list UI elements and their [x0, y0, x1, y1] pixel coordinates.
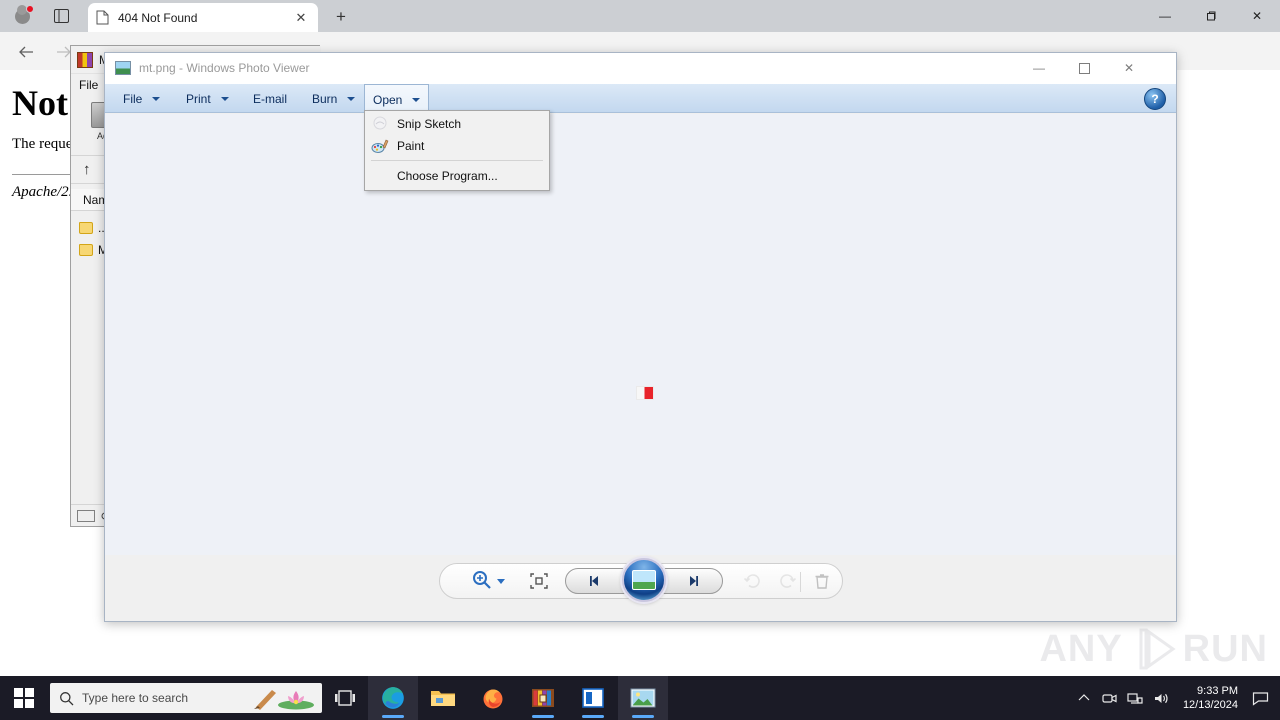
task-view-icon[interactable]: [322, 676, 368, 720]
rotate-counterclockwise-button[interactable]: [740, 570, 766, 592]
menu-email-label: E-mail: [253, 92, 288, 106]
play-slideshow-icon: [631, 570, 656, 590]
zoom-control[interactable]: [466, 569, 510, 593]
clock-date: 12/13/2024: [1182, 699, 1238, 711]
menu-burn[interactable]: Burn: [304, 84, 363, 114]
winrar-books-icon: [77, 51, 93, 68]
browser-maximize-button[interactable]: [1188, 0, 1234, 32]
chevron-down-icon: [220, 97, 229, 101]
menu-file-label: File: [123, 92, 143, 106]
profile-notification-dot: [26, 5, 34, 13]
open-with-dropdown-menu[interactable]: Snip Sketch Paint Choose Program...: [364, 110, 550, 191]
chevron-up-icon[interactable]: [1071, 676, 1097, 720]
photoviewer-minimize-button[interactable]: —: [1017, 53, 1061, 83]
volume-icon[interactable]: [1149, 676, 1175, 720]
tab-list-icon[interactable]: [48, 6, 74, 26]
photoviewer-maximize-button[interactable]: [1062, 53, 1106, 83]
clock-time: 9:33 PM: [1197, 685, 1238, 697]
folder-icon: [79, 221, 93, 234]
chevron-down-icon[interactable]: [496, 578, 505, 584]
zoom-magnifier-icon[interactable]: [471, 569, 493, 594]
photoviewer-image-canvas[interactable]: [105, 114, 1176, 557]
search-placeholder: Type here to search: [82, 691, 189, 705]
previous-image-button[interactable]: [564, 568, 627, 594]
taskbar-app-winrar[interactable]: [518, 676, 568, 720]
photoviewer-control-bar: [438, 558, 843, 602]
menu-print[interactable]: Print: [178, 84, 237, 114]
photoviewer-titlebar[interactable]: mt.png - Windows Photo Viewer — ✕: [105, 53, 1176, 83]
search-input[interactable]: Type here to search: [50, 683, 322, 713]
dropdown-item-label: Snip Sketch: [397, 117, 462, 131]
system-tray: 9:33 PM 12/13/2024: [1071, 676, 1280, 720]
watermark-text-left: ANY: [1039, 627, 1123, 670]
browser-tab[interactable]: 404 Not Found ✕: [88, 3, 318, 32]
photoviewer-title: mt.png - Windows Photo Viewer: [139, 61, 310, 75]
dropdown-item-label: Choose Program...: [397, 169, 498, 183]
folder-icon: [79, 243, 93, 256]
chevron-down-icon: [152, 97, 161, 101]
clock[interactable]: 9:33 PM 12/13/2024: [1175, 684, 1246, 712]
menu-print-label: Print: [186, 92, 211, 106]
anyrun-watermark: ANY RUN: [1039, 626, 1268, 672]
windows-start-icon[interactable]: [0, 676, 48, 720]
network-icon[interactable]: [1123, 676, 1149, 720]
chevron-down-icon: [347, 97, 356, 101]
control-divider: [799, 572, 801, 592]
notification-center-icon[interactable]: [1246, 676, 1274, 720]
photoviewer-navigation-group: [564, 558, 723, 602]
paint-palette-icon: [371, 137, 389, 155]
browser-close-button[interactable]: ✕: [1234, 0, 1280, 32]
up-folder-icon[interactable]: ↑: [83, 161, 91, 178]
dropdown-item-paint[interactable]: Paint: [365, 135, 549, 157]
dropdown-item-label: Paint: [397, 139, 425, 153]
displayed-image[interactable]: [636, 386, 654, 400]
taskbar-app-photo-viewer[interactable]: [618, 676, 668, 720]
browser-minimize-button[interactable]: —: [1142, 0, 1188, 32]
dropdown-item-choose-program[interactable]: Choose Program...: [365, 164, 549, 188]
delete-button[interactable]: [812, 570, 832, 592]
menu-email[interactable]: E-mail: [245, 84, 295, 114]
browser-titlebar: 404 Not Found ✕ + — ✕: [0, 0, 1280, 32]
screen-record-icon[interactable]: [1097, 676, 1123, 720]
taskbar-app-firefox[interactable]: [468, 676, 518, 720]
dropdown-separator: [371, 160, 543, 161]
watermark-text-right: RUN: [1182, 627, 1268, 670]
taskbar-app-file-explorer[interactable]: [418, 676, 468, 720]
menu-file[interactable]: File: [115, 84, 168, 114]
play-slideshow-button[interactable]: [621, 558, 666, 602]
taskbar-app-edge[interactable]: [368, 676, 418, 720]
help-question-icon[interactable]: ?: [1144, 88, 1166, 110]
winrar-menu-file[interactable]: File: [79, 78, 98, 92]
cortana-lotus-icon: [250, 685, 316, 711]
disk-icon: [77, 509, 95, 522]
rotate-clockwise-button[interactable]: [774, 570, 800, 592]
close-icon[interactable]: ✕: [292, 9, 310, 27]
chevron-down-icon: [412, 98, 421, 102]
fit-to-window-button[interactable]: [526, 570, 552, 592]
photoviewer-menubar: File Print E-mail Burn Open ?: [105, 83, 1176, 115]
dropdown-item-snip-sketch[interactable]: Snip Sketch: [365, 113, 549, 135]
taskbar-app-blue[interactable]: [568, 676, 618, 720]
snip-sketch-icon: [371, 115, 389, 133]
search-icon: [58, 690, 74, 706]
photo-viewer-icon: [115, 61, 131, 75]
anyrun-play-logo-icon: [1127, 626, 1179, 672]
blank-icon: [371, 167, 389, 185]
windows-taskbar: Type here to search 9:33 PM 12/13/2024: [0, 676, 1280, 720]
windows-photo-viewer-window[interactable]: mt.png - Windows Photo Viewer — ✕ File P…: [104, 52, 1177, 622]
photoviewer-bottom-toolbar: [105, 555, 1176, 621]
document-icon: [96, 10, 110, 26]
menu-open-label: Open: [373, 93, 403, 107]
browser-tab-title: 404 Not Found: [118, 10, 198, 25]
back-arrow-icon[interactable]: [14, 40, 38, 64]
next-image-button[interactable]: [660, 568, 723, 594]
menu-burn-label: Burn: [312, 92, 338, 106]
new-tab-button[interactable]: +: [328, 6, 354, 28]
profile-avatar[interactable]: [10, 4, 34, 27]
photoviewer-close-button[interactable]: ✕: [1107, 53, 1151, 83]
